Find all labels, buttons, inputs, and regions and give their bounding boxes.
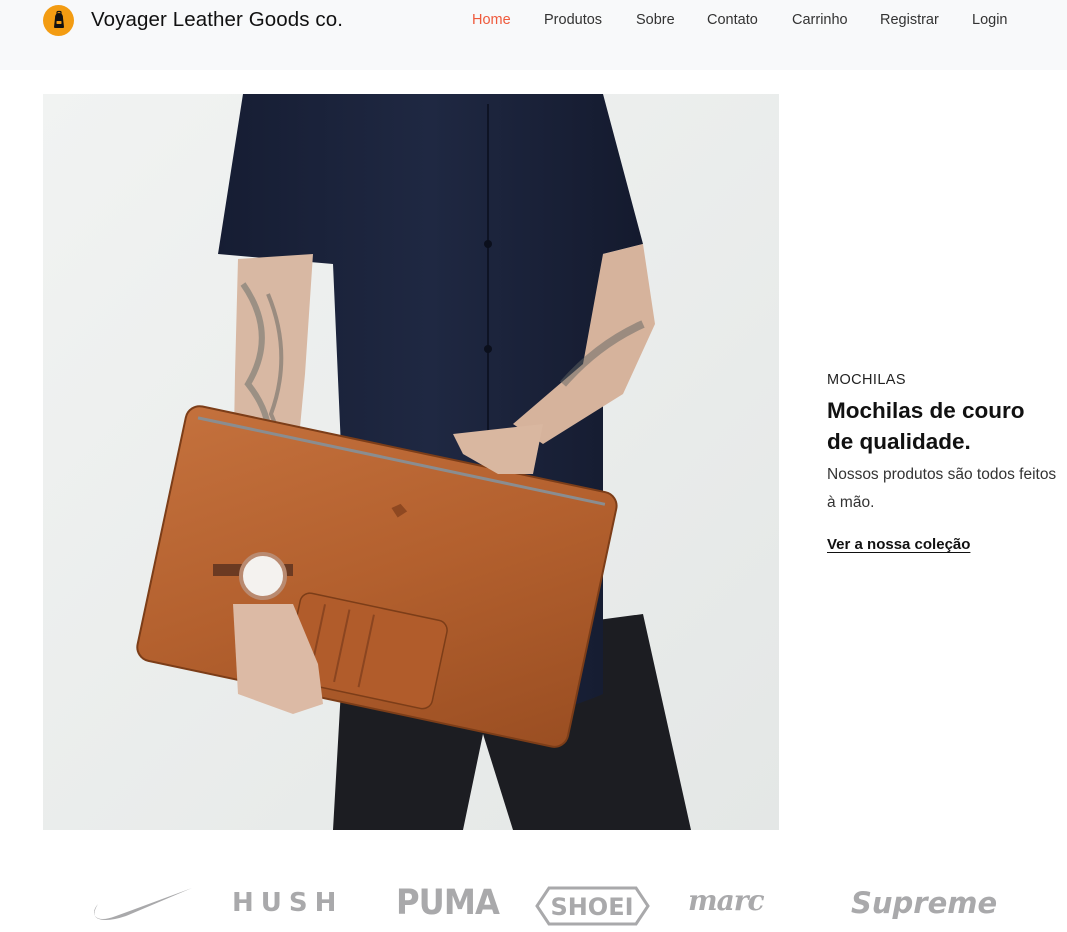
backpack-icon <box>43 4 74 36</box>
view-collection-link[interactable]: Ver a nossa coleção <box>827 536 970 553</box>
nike-logo <box>92 880 194 932</box>
shoei-logo: SHOEI <box>535 880 650 932</box>
hero-text: MOCHILAS Mochilas de couro de qualidade.… <box>827 370 1057 554</box>
marc-logo: marc <box>688 880 812 932</box>
nav-link-carrinho[interactable]: Carrinho <box>792 12 848 28</box>
hush-logo: HUSH <box>232 880 362 932</box>
supreme-logo: Supreme <box>851 880 997 932</box>
hero-category: MOCHILAS <box>827 372 906 388</box>
navbar: Voyager Leather Goods co. Home Produtos … <box>0 0 1067 70</box>
brand-name: Voyager Leather Goods co. <box>91 8 344 31</box>
puma-logo: PUMA <box>396 880 500 932</box>
hush-wordmark: HUSH <box>232 888 344 918</box>
supreme-wordmark: Supreme <box>851 886 998 920</box>
hero-image <box>43 94 779 830</box>
marc-wordmark: marc <box>688 884 765 917</box>
hero-title: Mochilas de couro de qualidade. <box>827 398 1025 454</box>
brand-link[interactable]: Voyager Leather Goods co. <box>43 4 344 36</box>
hero-description: Nossos produtos são todos feitos à mão. <box>827 466 1057 511</box>
nav-link-login[interactable]: Login <box>972 12 1007 28</box>
puma-wordmark: PUMA <box>396 883 500 923</box>
brand-logos: HUSH PUMA SHOEI marc Supreme <box>0 880 1067 932</box>
nav-link-contato[interactable]: Contato <box>707 12 758 28</box>
shoei-wordmark: SHOEI <box>550 893 633 921</box>
nav-link-produtos[interactable]: Produtos <box>544 12 602 28</box>
nav-link-home[interactable]: Home <box>472 12 511 28</box>
nav-link-registrar[interactable]: Registrar <box>880 12 939 28</box>
nav-link-sobre[interactable]: Sobre <box>636 12 675 28</box>
